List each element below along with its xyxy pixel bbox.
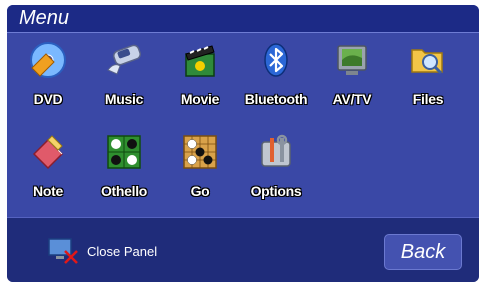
menu-item-note[interactable]: Note — [12, 132, 84, 210]
music-player-icon — [107, 44, 141, 75]
menu-item-files[interactable]: Files — [392, 40, 464, 118]
menu-grid: DVD Music Movie Bluetooth AV/TV Files No… — [7, 40, 479, 210]
back-button[interactable]: Back — [384, 234, 462, 270]
menu-item-music[interactable]: Music — [88, 40, 160, 118]
menu-item-label: Bluetooth — [244, 91, 308, 107]
menu-item-label: DVD — [33, 91, 63, 107]
menu-item-label: Files — [412, 91, 444, 107]
menu-item-label: AV/TV — [332, 91, 372, 107]
menu-item-options[interactable]: Options — [240, 132, 312, 210]
menu-title: Menu — [19, 7, 70, 29]
folder-search-icon — [411, 49, 443, 75]
close-panel-label: Close Panel — [87, 244, 158, 259]
tools-icon — [261, 134, 291, 167]
menu-item-go[interactable]: Go — [164, 132, 236, 210]
menu-item-label: Movie — [180, 91, 220, 107]
menu-panel: Menu DVD Music Movie Bluetooth AV/TV Fil… — [7, 5, 479, 282]
menu-item-othello[interactable]: Othello — [88, 132, 160, 210]
menu-item-label: Music — [104, 91, 144, 107]
menu-item-dvd[interactable]: DVD — [12, 40, 84, 118]
menu-item-movie[interactable]: Movie — [164, 40, 236, 118]
close-panel-icon — [48, 238, 78, 264]
close-panel-button[interactable]: Close Panel — [47, 237, 187, 267]
note-pencil-icon — [32, 135, 64, 170]
bluetooth-icon — [264, 43, 288, 77]
dvd-icon — [30, 42, 66, 78]
menu-item-bluetooth[interactable]: Bluetooth — [240, 40, 312, 118]
menu-item-label: Othello — [100, 183, 148, 199]
bottom-bar: Close Panel Back — [7, 217, 479, 282]
menu-item-label: Go — [190, 183, 210, 199]
menu-item-label: Options — [250, 183, 302, 199]
go-board-icon — [183, 135, 217, 169]
menu-item-label: Note — [33, 183, 63, 199]
tv-icon — [337, 45, 367, 75]
menu-item-avtv[interactable]: AV/TV — [316, 40, 388, 118]
othello-board-icon — [107, 135, 141, 169]
movie-clapper-icon — [185, 45, 215, 77]
title-bar: Menu — [7, 5, 479, 33]
